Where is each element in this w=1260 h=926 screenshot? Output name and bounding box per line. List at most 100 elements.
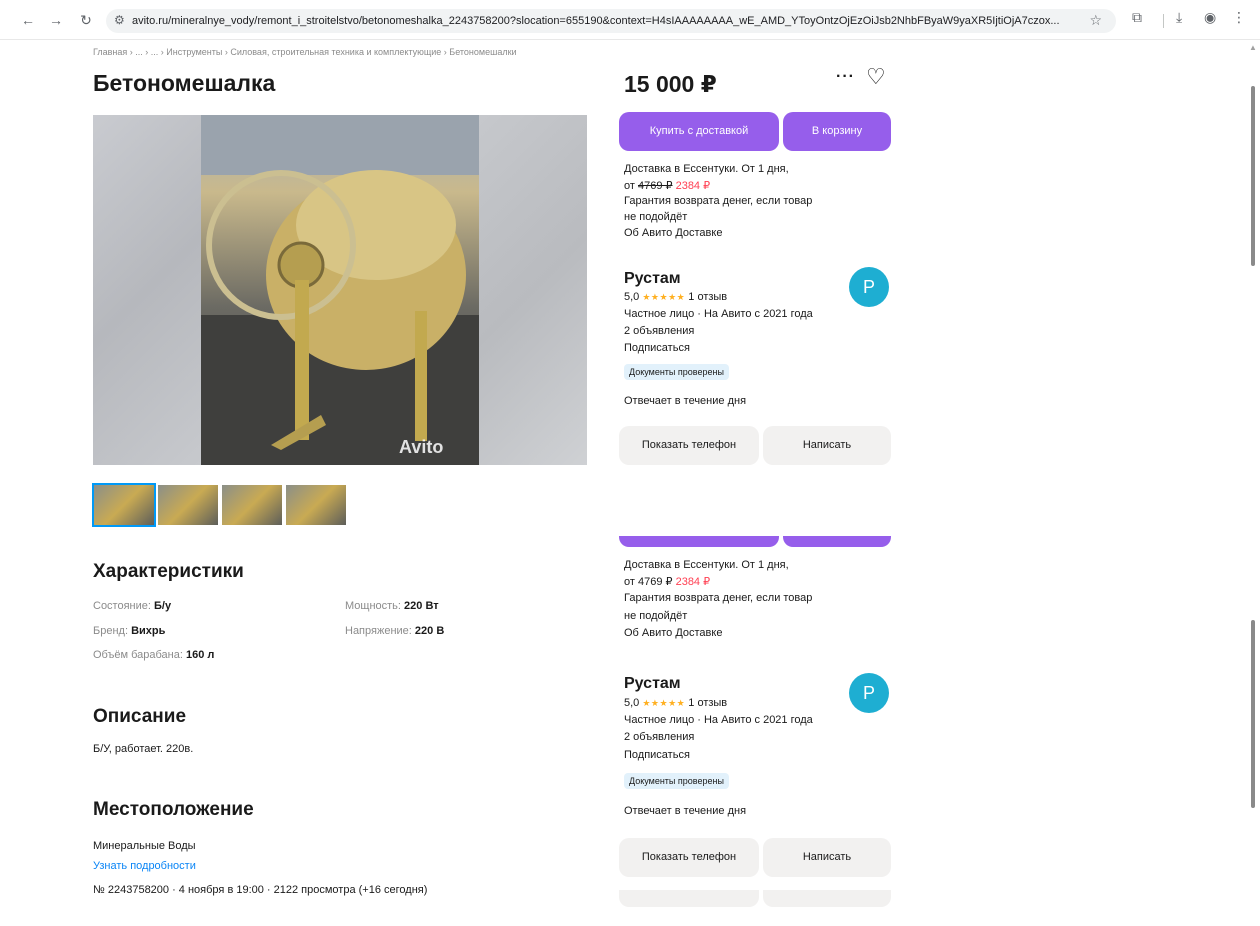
download-icon[interactable]: ⤓ [1176, 9, 1182, 26]
star-icon[interactable]: ☆ [1089, 12, 1102, 29]
description-text: Б/У, работает. 220в. [93, 743, 194, 755]
rating-value: 5,0 [624, 697, 640, 709]
seller-name[interactable]: Рустам [624, 270, 681, 288]
spec-value: 220 Вт [404, 600, 439, 612]
delivery-new-price: 2384 ₽ [675, 180, 711, 192]
ad-meta: № 2243758200 · 4 ноября в 19:00 · 2122 п… [93, 884, 428, 896]
seller-type: Частное лицо · На Авито с 2021 года [624, 308, 813, 320]
rating-stars-icon: ★★★★★ [642, 698, 686, 708]
address-bar[interactable]: ⚙ avito.ru/mineralnye_vody/remont_i_stro… [106, 9, 1116, 33]
delivery-price-line: от 4769 ₽ 2384 ₽ [624, 179, 710, 192]
avatar[interactable]: P [849, 267, 889, 307]
spec-value: Вихрь [131, 625, 166, 637]
characteristics-heading: Характеристики [93, 561, 244, 582]
thumbnail-3[interactable] [222, 485, 282, 525]
toolbar-divider [1163, 14, 1164, 28]
reviews-link[interactable]: 1 отзыв [688, 291, 727, 303]
description-heading: Описание [93, 706, 187, 727]
avatar[interactable]: P [849, 673, 889, 713]
url-text[interactable]: avito.ru/mineralnye_vody/remont_i_stroit… [132, 15, 1082, 27]
scroll-thumb-bottom[interactable] [1251, 620, 1255, 808]
price: 15 000 ₽ [624, 71, 717, 97]
photo-image [201, 115, 479, 465]
thumbnail-1[interactable] [92, 483, 156, 527]
spec-drum-volume: Объём барабана: 160 л [93, 649, 214, 661]
buy-with-delivery-button[interactable]: Купить с доставкой [619, 112, 779, 151]
spec-value: Б/у [154, 600, 172, 612]
profile-icon[interactable]: ◉ [1204, 9, 1216, 26]
spec-voltage: Напряжение: 220 В [345, 625, 444, 637]
reviews-link[interactable]: 1 отзыв [688, 697, 727, 709]
guarantee-line-2: не подойдёт [624, 211, 688, 223]
response-time: Отвечает в течение дня [624, 805, 747, 817]
reload-icon[interactable]: ↻ [76, 10, 96, 30]
seller-type: Частное лицо · На Авито с 2021 года [624, 714, 813, 726]
thumbnail-4[interactable] [286, 485, 346, 525]
page-title: Бетономешалка [93, 70, 276, 96]
location-heading: Местоположение [93, 799, 254, 820]
seller-rating: 5,0 ★★★★★ 1 отзыв [624, 291, 727, 303]
spec-key: Мощность: [345, 600, 401, 612]
back-icon[interactable]: ← [18, 10, 38, 30]
write-message-button[interactable]: Написать [763, 838, 891, 877]
spec-condition: Состояние: Б/у [93, 600, 171, 612]
add-to-cart-button[interactable]: В корзину [783, 112, 891, 151]
show-phone-button[interactable]: Показать телефон [619, 426, 759, 465]
photo-blur-right [479, 115, 587, 465]
delivery-price-line: от 4769 ₽ 2384 ₽ [624, 575, 710, 588]
delivery-line: Доставка в Ессентуки. От 1 дня, [624, 559, 789, 571]
response-time: Отвечает в течение дня [624, 395, 747, 407]
verified-badge: Документы проверены [624, 773, 729, 789]
spec-value: 160 л [185, 649, 215, 661]
heart-icon[interactable]: ♡ [866, 64, 886, 90]
guarantee-line-1: Гарантия возврата денег, если товар [624, 195, 813, 207]
buy-button-stub[interactable] [619, 536, 779, 547]
extensions-icon[interactable]: ⧉ [1132, 9, 1142, 26]
site-info-icon[interactable]: ⚙ [114, 13, 125, 27]
seller-ads[interactable]: 2 объявления [624, 325, 694, 337]
about-delivery-link[interactable]: Об Авито Доставке [624, 627, 722, 639]
rating-stars-icon: ★★★★★ [642, 292, 686, 302]
spec-key: Объём барабана: [93, 649, 183, 661]
location-city: Минеральные Воды [93, 840, 196, 852]
delivery-new-price: 2384 ₽ [675, 576, 711, 588]
thumbnail-2[interactable] [158, 485, 218, 525]
subscribe-link[interactable]: Подписаться [624, 342, 690, 354]
spec-key: Бренд: [93, 625, 129, 637]
delivery-old-price: 4769 ₽ [637, 576, 673, 588]
verified-badge: Документы проверены [624, 364, 729, 380]
delivery-from: от [624, 576, 635, 588]
phone-button-stub[interactable] [619, 890, 759, 907]
menu-icon[interactable]: ⋮ [1232, 9, 1246, 26]
delivery-line: Доставка в Ессентуки. От 1 дня, [624, 163, 789, 175]
spec-key: Состояние: [93, 600, 151, 612]
rating-value: 5,0 [624, 291, 640, 303]
spec-value: 220 В [414, 625, 445, 637]
scroll-thumb-top[interactable] [1251, 86, 1255, 266]
location-details-link[interactable]: Узнать подробности [93, 860, 196, 872]
seller-name[interactable]: Рустам [624, 675, 681, 693]
cart-button-stub[interactable] [783, 536, 891, 547]
photo-blur-left [93, 115, 201, 465]
delivery-old-price: 4769 ₽ [637, 180, 673, 192]
spec-key: Напряжение: [345, 625, 412, 637]
spec-brand: Бренд: Вихрь [93, 625, 165, 637]
more-icon[interactable]: ··· [836, 68, 855, 86]
guarantee-line-2: не подойдёт [624, 610, 688, 622]
subscribe-link[interactable]: Подписаться [624, 749, 690, 761]
scroll-up-icon[interactable]: ▲ [1249, 43, 1257, 52]
about-delivery-link[interactable]: Об Авито Доставке [624, 227, 722, 239]
forward-icon[interactable]: → [46, 10, 66, 30]
seller-rating: 5,0 ★★★★★ 1 отзыв [624, 697, 727, 709]
write-message-button[interactable]: Написать [763, 426, 891, 465]
main-photo[interactable]: Avito [93, 115, 587, 465]
delivery-from: от [624, 180, 635, 192]
breadcrumb[interactable]: Главная › ... › ... › Инструменты › Сило… [93, 47, 517, 57]
browser-toolbar: ← → ↻ ⚙ avito.ru/mineralnye_vody/remont_… [0, 0, 1260, 40]
seller-ads[interactable]: 2 объявления [624, 731, 694, 743]
write-button-stub[interactable] [763, 890, 891, 907]
show-phone-button[interactable]: Показать телефон [619, 838, 759, 877]
avito-watermark: Avito [399, 437, 444, 457]
spec-power: Мощность: 220 Вт [345, 600, 439, 612]
guarantee-line-1: Гарантия возврата денег, если товар [624, 592, 813, 604]
